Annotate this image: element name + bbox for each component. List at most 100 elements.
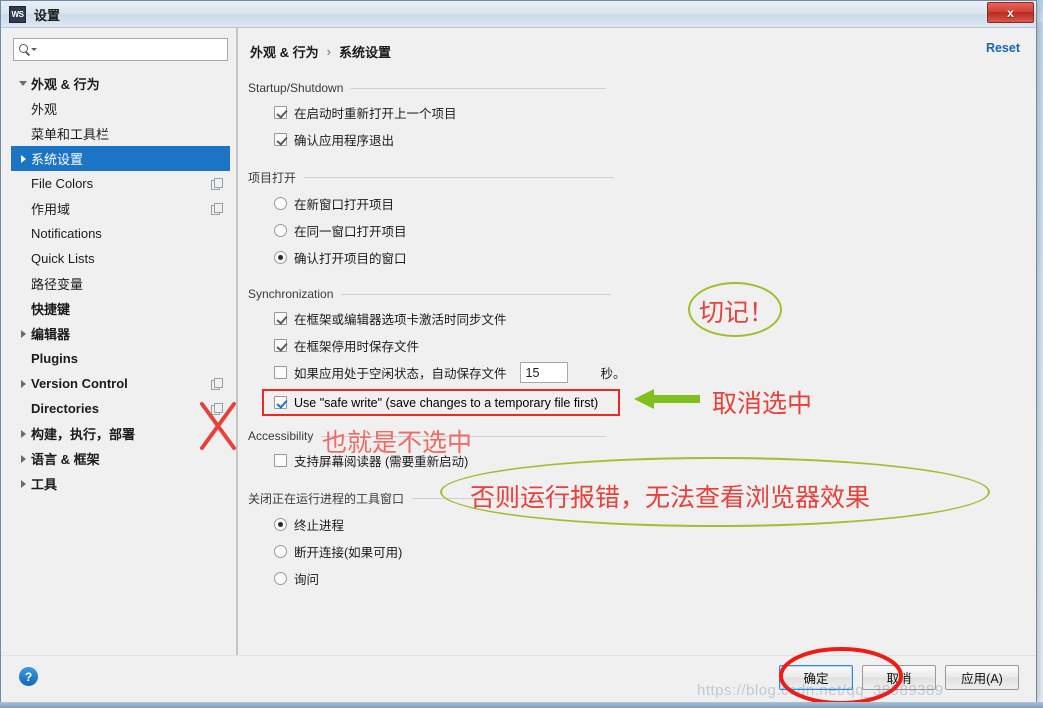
breadcrumb-parent[interactable]: 外观 & 行为 — [250, 42, 319, 61]
option-label: 在框架或编辑器选项卡激活时同步文件 — [294, 313, 507, 327]
radio-disconnect[interactable] — [274, 545, 287, 558]
sidebar-item-label: 外观 & 行为 — [31, 77, 100, 92]
breadcrumb-current: 系统设置 — [338, 45, 391, 60]
sidebar-item-6[interactable]: Notifications — [11, 221, 230, 246]
sidebar-item-16[interactable]: 工具 — [11, 471, 230, 496]
option-label: 在框架停用时保存文件 — [294, 340, 420, 354]
group-accessibility: Accessibility 支持屏幕阅读器 (需要重新启动) — [248, 429, 1022, 474]
group-accessibility-header: Accessibility — [248, 429, 1022, 443]
option-autosave-idle[interactable]: 如果应用处于空闲状态，自动保存文件 秒。 — [248, 359, 1022, 386]
checkbox-save-on-frame-deactivation[interactable] — [274, 339, 287, 352]
group-project-open-title: 项目打开 — [248, 171, 297, 185]
checkbox-reopen-last-project[interactable] — [274, 106, 287, 119]
search-input[interactable] — [37, 42, 227, 57]
group-project-open: 项目打开 在新窗口打开项目 在同一窗口打开项目 确认打开项目的窗口 — [248, 169, 1022, 271]
option-sync-on-frame-activation[interactable]: 在框架或编辑器选项卡激活时同步文件 — [248, 305, 1022, 332]
sidebar-item-label: 系统设置 — [31, 152, 84, 167]
sidebar-item-11[interactable]: Plugins — [11, 346, 230, 371]
chevron-right-icon[interactable] — [15, 329, 31, 338]
sidebar-item-5[interactable]: 作用域 — [11, 196, 230, 221]
radio-open-same-window[interactable] — [274, 224, 287, 237]
chevron-right-icon[interactable] — [15, 429, 31, 438]
chevron-down-icon[interactable] — [15, 81, 31, 86]
sidebar-item-3[interactable]: 系统设置 — [11, 146, 230, 171]
radio-open-new-window[interactable] — [274, 197, 287, 210]
sidebar-item-10[interactable]: 编辑器 — [11, 321, 230, 346]
sidebar-item-0[interactable]: 外观 & 行为 — [11, 71, 230, 96]
sidebar-item-15[interactable]: 语言 & 框架 — [11, 446, 230, 471]
checkbox-confirm-app-exit[interactable] — [274, 133, 287, 146]
radio-confirm-window[interactable] — [274, 251, 287, 264]
sidebar-item-label: File Colors — [31, 176, 94, 191]
screen-root: WS 设置 x 外观 & 行为 外观 菜单和工具栏 系统设置 File Colors 作用… — [0, 0, 1043, 708]
radio-row-ask[interactable]: 询问 — [248, 565, 1022, 592]
group-startup-shutdown-title: Startup/Shutdown — [248, 81, 344, 95]
radio-row-confirm-window[interactable]: 确认打开项目的窗口 — [248, 244, 1022, 271]
copy-settings-icon[interactable] — [211, 378, 223, 390]
option-safe-write[interactable]: Use "safe write" (save changes to a temp… — [262, 389, 620, 416]
option-save-on-frame-deactivation[interactable]: 在框架停用时保存文件 — [248, 332, 1022, 359]
group-divider-line — [321, 435, 607, 437]
sidebar-item-label: 外观 — [31, 102, 58, 117]
settings-dialog: WS 设置 x 外观 & 行为 外观 菜单和工具栏 系统设置 File Colors 作用… — [0, 0, 1037, 703]
chevron-right-icon[interactable] — [15, 479, 31, 488]
checkbox-sync-on-frame-activation[interactable] — [274, 312, 287, 325]
watermark: https://blog.csdn.net/qq_38989389 — [697, 682, 944, 699]
close-button[interactable]: x — [987, 2, 1034, 23]
option-label: 如果应用处于空闲状态，自动保存文件 — [294, 367, 507, 381]
copy-settings-icon[interactable] — [211, 178, 223, 190]
option-label: 在新窗口打开项目 — [294, 198, 395, 212]
option-label: 询问 — [294, 573, 320, 587]
option-reopen-last-project[interactable]: 在启动时重新打开上一个项目 — [248, 99, 1022, 126]
checkbox-screen-reader[interactable] — [274, 454, 287, 467]
radio-row-disconnect[interactable]: 断开连接(如果可用) — [248, 538, 1022, 565]
chevron-right-icon[interactable] — [15, 454, 31, 463]
option-label: Use "safe write" (save changes to a temp… — [294, 395, 599, 410]
option-label: 在启动时重新打开上一个项目 — [294, 107, 457, 121]
sidebar-item-label: Notifications — [31, 226, 102, 241]
sidebar-item-12[interactable]: Version Control — [11, 371, 230, 396]
desktop-edge — [0, 702, 1043, 708]
reset-link[interactable]: Reset — [986, 41, 1020, 55]
copy-settings-icon[interactable] — [211, 403, 223, 415]
checkbox-safe-write[interactable] — [274, 396, 287, 409]
copy-settings-icon[interactable] — [211, 203, 223, 215]
sidebar-item-13[interactable]: Directories — [11, 396, 230, 421]
group-synchronization-header: Synchronization — [248, 287, 1022, 301]
title-bar: WS 设置 x — [1, 1, 1036, 28]
idle-seconds-unit: 秒。 — [600, 367, 626, 381]
search-box[interactable] — [13, 38, 228, 61]
group-synchronization: Synchronization 在框架或编辑器选项卡激活时同步文件 在框架停用时… — [248, 287, 1022, 416]
idle-seconds-input[interactable] — [519, 362, 568, 383]
group-divider-line — [304, 177, 615, 178]
chevron-right-icon[interactable] — [15, 379, 31, 388]
sidebar-item-7[interactable]: Quick Lists — [11, 246, 230, 271]
radio-row-open-same-window[interactable]: 在同一窗口打开项目 — [248, 217, 1022, 244]
sidebar-item-9[interactable]: 快捷键 — [11, 296, 230, 321]
radio-row-open-new-window[interactable]: 在新窗口打开项目 — [248, 190, 1022, 217]
sidebar-item-2[interactable]: 菜单和工具栏 — [11, 121, 230, 146]
option-screen-reader[interactable]: 支持屏幕阅读器 (需要重新启动) — [248, 447, 1022, 474]
sidebar-item-label: 菜单和工具栏 — [31, 127, 110, 142]
sidebar-item-8[interactable]: 路径变量 — [11, 271, 230, 296]
sidebar-item-label: 作用域 — [31, 202, 71, 217]
radio-terminate-process[interactable] — [274, 518, 287, 531]
sidebar-item-4[interactable]: File Colors — [11, 171, 230, 196]
option-confirm-app-exit[interactable]: 确认应用程序退出 — [248, 126, 1022, 153]
sidebar-item-14[interactable]: 构建，执行，部署 — [11, 421, 230, 446]
radio-ask[interactable] — [274, 572, 287, 585]
apply-button[interactable]: 应用(A) — [945, 665, 1019, 690]
chevron-right-icon[interactable] — [15, 154, 31, 163]
sidebar-item-label: 编辑器 — [31, 327, 71, 342]
help-icon[interactable]: ? — [19, 667, 38, 686]
window-title: 设置 — [34, 7, 61, 23]
settings-tree: 外观 & 行为 外观菜单和工具栏 系统设置 File Colors 作用域 Notific… — [7, 71, 230, 496]
group-accessibility-title: Accessibility — [248, 429, 314, 443]
checkbox-autosave-idle[interactable] — [274, 366, 287, 379]
sidebar-item-1[interactable]: 外观 — [11, 96, 230, 121]
option-label: 断开连接(如果可用) — [294, 546, 403, 560]
sidebar-item-label: Plugins — [31, 351, 78, 366]
group-close-tool-window-header: 关闭正在运行进程的工具窗口 — [248, 490, 1022, 507]
radio-row-terminate-process[interactable]: 终止进程 — [248, 511, 1022, 538]
option-label: 支持屏幕阅读器 (需要重新启动) — [294, 455, 469, 469]
